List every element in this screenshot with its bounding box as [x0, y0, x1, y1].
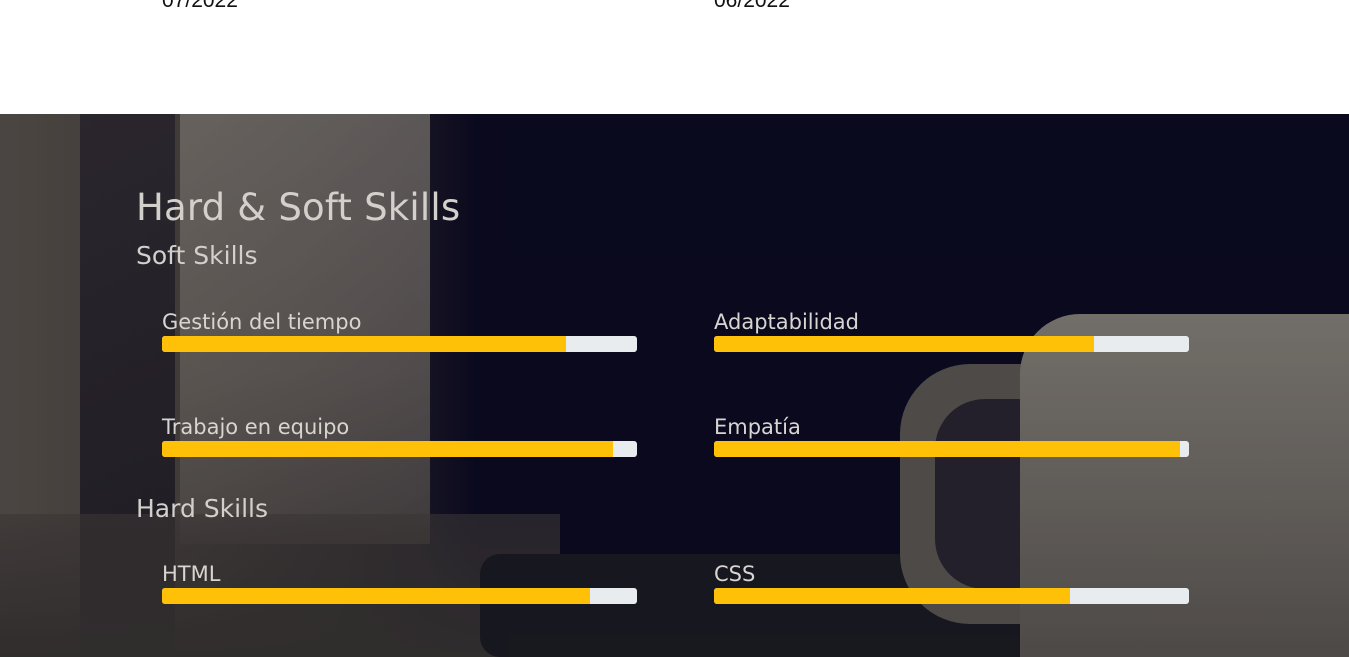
- progress-bar: [162, 441, 637, 457]
- progress-fill: [714, 336, 1094, 352]
- date-label: 06/2022: [714, 0, 790, 12]
- date-label: 07/2022: [162, 0, 238, 12]
- skill-label: Trabajo en equipo: [162, 415, 350, 439]
- progress-fill: [162, 588, 590, 604]
- skill-item: Trabajo en equipo: [162, 412, 637, 457]
- progress-bar: [714, 441, 1189, 457]
- progress-fill: [714, 441, 1180, 457]
- skill-item: CSS: [714, 559, 1189, 604]
- skill-label: Gestión del tiempo: [162, 310, 362, 334]
- progress-fill: [714, 588, 1071, 604]
- progress-fill: [162, 336, 566, 352]
- progress-fill: [162, 441, 614, 457]
- skill-label: CSS: [714, 562, 756, 586]
- progress-bar: [714, 588, 1189, 604]
- progress-bar: [162, 336, 637, 352]
- soft-skills-title: Soft Skills: [136, 241, 258, 270]
- section-title: Hard & Soft Skills: [136, 186, 461, 229]
- skill-item: Adaptabilidad: [714, 307, 1189, 352]
- skill-label: Adaptabilidad: [714, 310, 859, 334]
- hard-skills-title: Hard Skills: [136, 494, 268, 523]
- skill-item: Gestión del tiempo: [162, 307, 637, 352]
- skill-label: Empatía: [714, 415, 801, 439]
- skill-item: HTML: [162, 559, 637, 604]
- progress-bar: [162, 588, 637, 604]
- skill-item: Empatía: [714, 412, 1189, 457]
- previous-section-bottom: 07/2022 06/2022: [0, 0, 1349, 114]
- progress-bar: [714, 336, 1189, 352]
- skills-section: Hard & Soft Skills Soft Skills Gestión d…: [0, 114, 1349, 657]
- skill-label: HTML: [162, 562, 221, 586]
